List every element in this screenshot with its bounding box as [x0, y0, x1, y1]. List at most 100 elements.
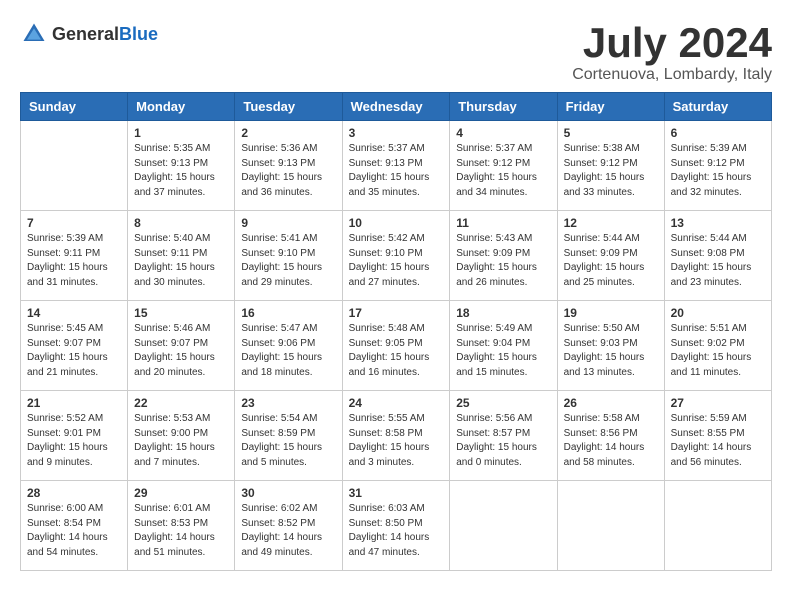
day-info: Sunrise: 5:48 AMSunset: 9:05 PMDaylight:… — [349, 322, 444, 380]
calendar-cell: 13 Sunrise: 5:44 AMSunset: 9:08 PMDayligh… — [664, 211, 771, 301]
calendar-table: SundayMondayTuesdayWednesdayThursdayFrid… — [20, 92, 772, 571]
calendar-cell: 25 Sunrise: 5:56 AMSunset: 8:57 PMDayligh… — [450, 391, 557, 481]
calendar-cell: 29 Sunrise: 6:01 AMSunset: 8:53 PMDayligh… — [128, 481, 235, 571]
day-info: Sunrise: 5:52 AMSunset: 9:01 PMDaylight:… — [27, 412, 121, 470]
calendar-cell: 20 Sunrise: 5:51 AMSunset: 9:02 PMDayligh… — [664, 301, 771, 391]
week-row-3: 14Sunrise: 5:45 AMSunset: 9:07 PMDayligh… — [21, 301, 772, 391]
calendar-cell: 3Sunrise: 5:37 AMSunset: 9:13 PMDaylight… — [342, 121, 450, 211]
day-info: Sunrise: 5:36 AMSunset: 9:13 PMDaylight:… — [241, 142, 335, 200]
title-section: July 2024 Cortenuova, Lombardy, Italy — [572, 20, 772, 84]
day-info: Sunrise: 5:37 AMSunset: 9:12 PMDaylight:… — [456, 142, 550, 200]
day-number: 22 — [134, 396, 228, 410]
day-number: 25 — [456, 396, 550, 410]
weekday-header-monday: Monday — [128, 93, 235, 121]
day-info: Sunrise: 5:54 AMSunset: 8:59 PMDaylight:… — [241, 412, 335, 470]
weekday-header-row: SundayMondayTuesdayWednesdayThursdayFrid… — [21, 93, 772, 121]
day-info: Sunrise: 5:41 AMSunset: 9:10 PMDaylight:… — [241, 232, 335, 290]
logo-icon — [20, 20, 48, 48]
day-info: Sunrise: 5:55 AMSunset: 8:58 PMDaylight:… — [349, 412, 444, 470]
calendar-cell: 22 Sunrise: 5:53 AMSunset: 9:00 PMDayligh… — [128, 391, 235, 481]
calendar-cell: 26Sunrise: 5:58 AMSunset: 8:56 PMDayligh… — [557, 391, 664, 481]
calendar-cell: 14Sunrise: 5:45 AMSunset: 9:07 PMDayligh… — [21, 301, 128, 391]
calendar-cell: 15 Sunrise: 5:46 AMSunset: 9:07 PMDayligh… — [128, 301, 235, 391]
day-number: 2 — [241, 126, 335, 140]
calendar-cell: 28Sunrise: 6:00 AMSunset: 8:54 PMDayligh… — [21, 481, 128, 571]
day-info: Sunrise: 5:39 AMSunset: 9:11 PMDaylight:… — [27, 232, 121, 290]
day-number: 21 — [27, 396, 121, 410]
day-number: 4 — [456, 126, 550, 140]
calendar-cell: 6Sunrise: 5:39 AMSunset: 9:12 PMDaylight… — [664, 121, 771, 211]
day-info: Sunrise: 5:44 AMSunset: 9:09 PMDaylight:… — [564, 232, 658, 290]
logo-general: General — [52, 24, 119, 44]
day-number: 15 — [134, 306, 228, 320]
day-info: Sunrise: 5:45 AMSunset: 9:07 PMDaylight:… — [27, 322, 121, 380]
day-info: Sunrise: 5:39 AMSunset: 9:12 PMDaylight:… — [671, 142, 765, 200]
day-number: 26 — [564, 396, 658, 410]
calendar-cell: 10 Sunrise: 5:42 AMSunset: 9:10 PMDayligh… — [342, 211, 450, 301]
day-info: Sunrise: 6:00 AMSunset: 8:54 PMDaylight:… — [27, 502, 121, 560]
day-number: 10 — [349, 216, 444, 230]
week-row-2: 7 Sunrise: 5:39 AMSunset: 9:11 PMDaylight… — [21, 211, 772, 301]
week-row-4: 21 Sunrise: 5:52 AMSunset: 9:01 PMDayligh… — [21, 391, 772, 481]
day-number: 11 — [456, 216, 550, 230]
week-row-5: 28Sunrise: 6:00 AMSunset: 8:54 PMDayligh… — [21, 481, 772, 571]
day-number: 20 — [671, 306, 765, 320]
weekday-header-wednesday: Wednesday — [342, 93, 450, 121]
calendar-cell: 23 Sunrise: 5:54 AMSunset: 8:59 PMDayligh… — [235, 391, 342, 481]
day-info: Sunrise: 5:46 AMSunset: 9:07 PMDaylight:… — [134, 322, 228, 380]
day-number: 17 — [349, 306, 444, 320]
day-number: 7 — [27, 216, 121, 230]
calendar-cell: 1 Sunrise: 5:35 AMSunset: 9:13 PMDaylight… — [128, 121, 235, 211]
day-number: 19 — [564, 306, 658, 320]
day-number: 13 — [671, 216, 765, 230]
day-info: Sunrise: 5:42 AMSunset: 9:10 PMDaylight:… — [349, 232, 444, 290]
day-info: Sunrise: 6:01 AMSunset: 8:53 PMDaylight:… — [134, 502, 228, 560]
calendar-cell: 11Sunrise: 5:43 AMSunset: 9:09 PMDayligh… — [450, 211, 557, 301]
calendar-cell: 17 Sunrise: 5:48 AMSunset: 9:05 PMDayligh… — [342, 301, 450, 391]
week-row-1: 1 Sunrise: 5:35 AMSunset: 9:13 PMDaylight… — [21, 121, 772, 211]
day-number: 5 — [564, 126, 658, 140]
weekday-header-saturday: Saturday — [664, 93, 771, 121]
weekday-header-thursday: Thursday — [450, 93, 557, 121]
day-info: Sunrise: 5:35 AMSunset: 9:13 PMDaylight:… — [134, 142, 228, 200]
day-number: 27 — [671, 396, 765, 410]
day-number: 1 — [134, 126, 228, 140]
calendar-cell: 31 Sunrise: 6:03 AMSunset: 8:50 PMDayligh… — [342, 481, 450, 571]
day-number: 30 — [241, 486, 335, 500]
calendar-cell: 19Sunrise: 5:50 AMSunset: 9:03 PMDayligh… — [557, 301, 664, 391]
calendar-cell: 21 Sunrise: 5:52 AMSunset: 9:01 PMDayligh… — [21, 391, 128, 481]
calendar-cell: 4 Sunrise: 5:37 AMSunset: 9:12 PMDaylight… — [450, 121, 557, 211]
day-info: Sunrise: 5:49 AMSunset: 9:04 PMDaylight:… — [456, 322, 550, 380]
calendar-cell: 24Sunrise: 5:55 AMSunset: 8:58 PMDayligh… — [342, 391, 450, 481]
day-info: Sunrise: 5:44 AMSunset: 9:08 PMDaylight:… — [671, 232, 765, 290]
calendar-cell: 5Sunrise: 5:38 AMSunset: 9:12 PMDaylight… — [557, 121, 664, 211]
location-subtitle: Cortenuova, Lombardy, Italy — [572, 66, 772, 84]
calendar-cell — [21, 121, 128, 211]
calendar-cell — [664, 481, 771, 571]
day-info: Sunrise: 5:47 AMSunset: 9:06 PMDaylight:… — [241, 322, 335, 380]
day-info: Sunrise: 5:51 AMSunset: 9:02 PMDaylight:… — [671, 322, 765, 380]
day-number: 9 — [241, 216, 335, 230]
month-year-title: July 2024 — [572, 20, 772, 66]
day-info: Sunrise: 6:02 AMSunset: 8:52 PMDaylight:… — [241, 502, 335, 560]
calendar-cell: 12Sunrise: 5:44 AMSunset: 9:09 PMDayligh… — [557, 211, 664, 301]
day-info: Sunrise: 6:03 AMSunset: 8:50 PMDaylight:… — [349, 502, 444, 560]
calendar-cell: 7 Sunrise: 5:39 AMSunset: 9:11 PMDaylight… — [21, 211, 128, 301]
day-info: Sunrise: 5:37 AMSunset: 9:13 PMDaylight:… — [349, 142, 444, 200]
day-number: 23 — [241, 396, 335, 410]
day-info: Sunrise: 5:40 AMSunset: 9:11 PMDaylight:… — [134, 232, 228, 290]
calendar-cell: 16Sunrise: 5:47 AMSunset: 9:06 PMDayligh… — [235, 301, 342, 391]
day-number: 29 — [134, 486, 228, 500]
page-header: GeneralBlue July 2024 Cortenuova, Lombar… — [20, 20, 772, 84]
day-number: 8 — [134, 216, 228, 230]
calendar-cell: 18Sunrise: 5:49 AMSunset: 9:04 PMDayligh… — [450, 301, 557, 391]
logo: GeneralBlue — [20, 20, 158, 48]
calendar-cell — [450, 481, 557, 571]
logo-blue: Blue — [119, 24, 158, 44]
weekday-header-sunday: Sunday — [21, 93, 128, 121]
logo-text: GeneralBlue — [52, 24, 158, 45]
day-info: Sunrise: 5:53 AMSunset: 9:00 PMDaylight:… — [134, 412, 228, 470]
day-number: 31 — [349, 486, 444, 500]
calendar-cell: 30 Sunrise: 6:02 AMSunset: 8:52 PMDayligh… — [235, 481, 342, 571]
day-info: Sunrise: 5:56 AMSunset: 8:57 PMDaylight:… — [456, 412, 550, 470]
